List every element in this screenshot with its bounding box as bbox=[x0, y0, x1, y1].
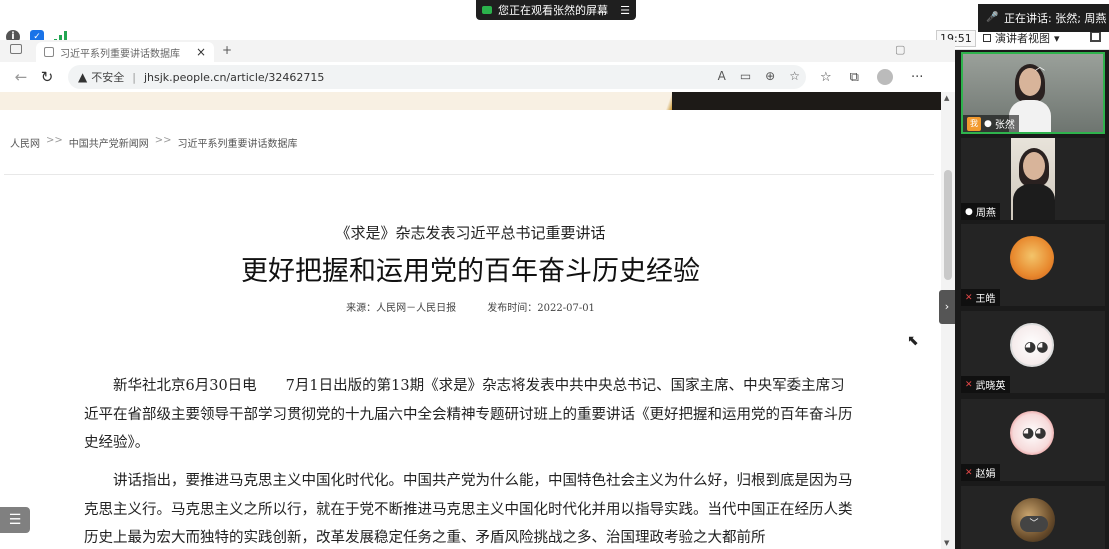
mic-muted-icon: ✕ bbox=[965, 467, 973, 478]
article-paragraph: 新华社北京6月30日电 7月1日出版的第13期《求是》杂志将发表中共中央总书记、… bbox=[84, 378, 853, 451]
participant-name: 张然 bbox=[994, 120, 1015, 131]
mic-muted-icon: ✕ bbox=[965, 379, 973, 390]
scroll-down-icon[interactable]: ▼ bbox=[944, 539, 949, 547]
insecure-label[interactable]: 不安全 bbox=[91, 69, 124, 85]
screen: 您正在观看张然的屏幕 ☰ 🎤 正在讲话: 张然; 周燕 i ✓ 19:51 演讲… bbox=[0, 0, 1109, 549]
breadcrumb-item[interactable]: 习近平系列重要讲话数据库 bbox=[178, 135, 298, 150]
mic-muted-icon: 🎤 bbox=[986, 12, 999, 23]
participant-tile[interactable]: ● 周燕 bbox=[961, 138, 1105, 220]
url-text[interactable]: jhsjk.people.cn/article/32462715 bbox=[144, 71, 324, 84]
participant-name-tag: ● 周燕 bbox=[961, 203, 1000, 220]
avatar-face: ◕◕ bbox=[1024, 339, 1049, 355]
url-separator: | bbox=[132, 70, 136, 84]
header-banner-image bbox=[0, 92, 941, 110]
speaker-view-button[interactable]: 演讲者视图 ▾ bbox=[983, 30, 1060, 46]
tab-title: 习近平系列重要讲话数据库 bbox=[60, 48, 180, 60]
participant-name: 王皓 bbox=[975, 294, 996, 305]
reader-view-icon[interactable]: ▭ bbox=[740, 69, 751, 83]
zoom-icon[interactable]: ⊕ bbox=[765, 69, 775, 83]
warning-icon[interactable]: ▲ bbox=[78, 70, 87, 84]
chevron-down-icon[interactable]: ﹀ bbox=[1020, 516, 1048, 532]
banner-dark-area bbox=[672, 92, 941, 110]
browser-toolbar: ← ↻ ▲ 不安全 | jhsjk.people.cn/article/3246… bbox=[0, 62, 955, 92]
tab-actions-icon[interactable] bbox=[10, 44, 22, 54]
browser-tab[interactable]: 习近平系列重要讲话数据库 × bbox=[36, 42, 214, 62]
article-paragraph: 讲话指出，要推进马克思主义中国化时代化。中国共产党为什么能，中国特色社会主义为什… bbox=[84, 473, 853, 546]
read-aloud-icon[interactable]: A bbox=[718, 69, 726, 83]
tab-bar: 习近平系列重要讲话数据库 × + ▢ bbox=[0, 40, 955, 62]
me-badge: 我 bbox=[967, 116, 981, 131]
share-banner-label: 您正在观看张然的屏幕 bbox=[498, 4, 608, 17]
speaking-label: 正在讲话: 张然; 周燕 bbox=[1004, 12, 1107, 25]
article-meta: 来源：人民网－人民日报 发布时间：2022-07-01 bbox=[0, 299, 941, 314]
participant-tile[interactable]: ◕◕ ✕ 赵娟 bbox=[961, 399, 1105, 481]
avatar-face: ◕◕ bbox=[1022, 425, 1047, 441]
scroll-up-icon[interactable]: ▲ bbox=[944, 94, 949, 102]
article-subtitle: 《求是》杂志发表习近平总书记重要讲话 bbox=[335, 224, 606, 242]
mic-on-icon: ● bbox=[965, 206, 973, 217]
reload-button[interactable]: ↻ bbox=[34, 68, 60, 86]
browser-window: 习近平系列重要讲话数据库 × + ▢ ← ↻ ▲ 不安全 | jhsjk.peo… bbox=[0, 40, 955, 549]
table-of-contents-button[interactable]: ☰ bbox=[0, 507, 30, 533]
breadcrumb-separator: >> bbox=[46, 135, 63, 146]
participant-name: 赵娟 bbox=[975, 469, 996, 480]
minimize-icon[interactable]: ▢ bbox=[895, 43, 905, 56]
participant-name: 武晓英 bbox=[975, 381, 1006, 392]
article-title: 更好把握和运用党的百年奋斗历史经验 bbox=[241, 256, 700, 287]
camera-icon bbox=[482, 6, 492, 14]
article-source: 来源：人民网－人民日报 bbox=[346, 303, 457, 314]
speaker-view-label: 演讲者视图 bbox=[995, 32, 1050, 45]
article-page: 人民网 >> 中国共产党新闻网 >> 习近平系列重要讲话数据库 《求是》杂志发表… bbox=[0, 92, 941, 549]
breadcrumb-item[interactable]: 中国共产党新闻网 bbox=[69, 135, 149, 150]
participant-name: 周燕 bbox=[975, 208, 996, 219]
participant-name-tag: ✕ 赵娟 bbox=[961, 464, 1000, 481]
address-bar[interactable]: ▲ 不安全 | jhsjk.people.cn/article/32462715… bbox=[68, 65, 806, 89]
article-publish-time: 发布时间：2022-07-01 bbox=[487, 303, 595, 314]
participant-name-tag: ✕ 武晓英 bbox=[961, 376, 1010, 393]
avatar: ◕◕ bbox=[1010, 411, 1054, 455]
new-tab-button[interactable]: + bbox=[222, 43, 232, 57]
collapse-panel-handle[interactable]: › bbox=[939, 290, 955, 324]
layout-icon bbox=[983, 34, 991, 42]
chevron-down-icon: ▾ bbox=[1054, 31, 1060, 45]
participant-tile[interactable]: ◕◕ ✕ 武晓英 bbox=[961, 311, 1105, 393]
participant-tile[interactable]: ︿ 我 ● 张然 bbox=[961, 52, 1105, 134]
back-button[interactable]: ← bbox=[8, 68, 34, 86]
scroll-thumb[interactable] bbox=[944, 170, 952, 280]
mic-muted-icon: ✕ bbox=[965, 292, 973, 303]
favorites-icon[interactable]: ☆ bbox=[820, 70, 832, 85]
participant-video-person bbox=[1013, 148, 1055, 220]
mouse-cursor-icon: ⬉ bbox=[907, 333, 919, 349]
participant-tile[interactable]: ✕ 王皓 bbox=[961, 224, 1105, 306]
collections-icon[interactable]: ⧉ bbox=[850, 70, 859, 85]
divider bbox=[4, 174, 934, 175]
menu-icon[interactable]: ☰ bbox=[620, 4, 630, 17]
screen-share-banner[interactable]: 您正在观看张然的屏幕 ☰ bbox=[476, 0, 636, 20]
participant-name-tag: 我 ● 张然 bbox=[963, 115, 1019, 132]
avatar bbox=[1010, 236, 1054, 280]
settings-menu-icon[interactable]: ··· bbox=[911, 70, 923, 85]
speaking-indicator: 🎤 正在讲话: 张然; 周燕 bbox=[978, 4, 1109, 32]
fullscreen-icon[interactable] bbox=[1090, 31, 1101, 42]
breadcrumb: 人民网 >> 中国共产党新闻网 >> 习近平系列重要讲话数据库 bbox=[10, 135, 298, 150]
breadcrumb-separator: >> bbox=[154, 135, 172, 146]
favorite-add-icon[interactable]: ☆ bbox=[789, 69, 800, 83]
mic-on-icon: ● bbox=[984, 118, 992, 129]
profile-avatar[interactable] bbox=[876, 69, 893, 85]
participant-name-tag: ✕ 王皓 bbox=[961, 289, 1000, 306]
participants-panel: ︿ 我 ● 张然 ● 周燕 ✕ 王皓 ◕◕ ✕ 武晓英 ◕◕ ✕ 赵娟 ﹀ bbox=[955, 50, 1109, 549]
breadcrumb-item[interactable]: 人民网 bbox=[10, 135, 40, 150]
chevron-up-icon[interactable]: ︿ bbox=[1035, 58, 1045, 73]
close-tab-icon[interactable]: × bbox=[196, 45, 206, 59]
page-favicon-icon bbox=[44, 47, 54, 57]
avatar: ◕◕ bbox=[1010, 323, 1054, 367]
